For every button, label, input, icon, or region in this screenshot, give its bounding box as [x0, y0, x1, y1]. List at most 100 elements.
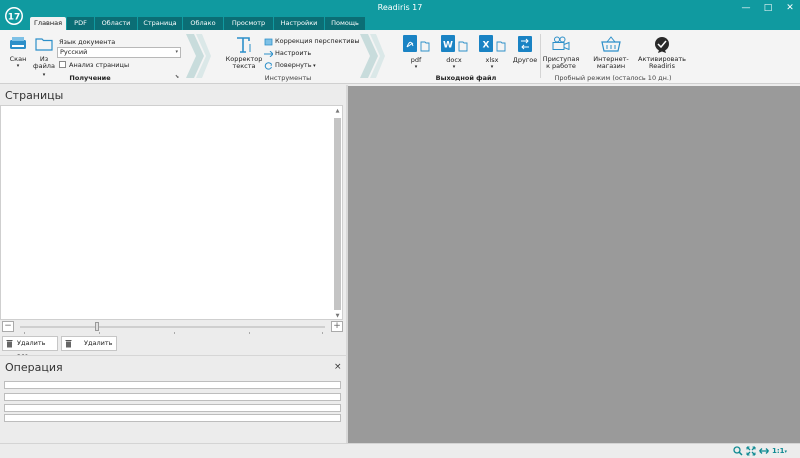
- docx-label: docx: [446, 56, 462, 64]
- online-shop-button[interactable]: Интернет-магазин: [582, 34, 640, 74]
- tab-settings[interactable]: Настройки: [274, 17, 324, 30]
- operation-progress-bar: [4, 381, 341, 389]
- trash-icon: [65, 340, 72, 348]
- perspective-icon: [264, 38, 273, 46]
- perspective-label: Коррекция перспективы: [275, 37, 360, 45]
- zoom-in-button[interactable]: +: [331, 321, 343, 332]
- svg-text:W: W: [443, 41, 453, 51]
- delete-label: Удалить: [84, 339, 113, 347]
- slider-tick: [174, 332, 175, 334]
- tab-pdf[interactable]: PDF: [67, 17, 94, 30]
- scan-button[interactable]: Скан ▾: [6, 36, 30, 74]
- close-icon[interactable]: ✕: [783, 2, 797, 14]
- get-started-button[interactable]: Приступая к работе: [543, 34, 579, 74]
- from-file-button[interactable]: Из файла ▾: [32, 36, 56, 78]
- app-badge: 17: [8, 13, 21, 23]
- xlsx-dropdown-icon: ▾: [490, 64, 494, 70]
- folder-icon: [35, 38, 53, 51]
- tab-cloud[interactable]: Облако: [183, 17, 223, 30]
- perspective-correction-button[interactable]: Коррекция перспективы: [264, 37, 360, 47]
- operation-progress-bar: [4, 404, 341, 412]
- status-bar: 1:1▾: [0, 443, 800, 458]
- from-file-label-2: файла: [33, 62, 55, 70]
- rotate-icon: [264, 62, 272, 70]
- text-cursor-icon: [237, 37, 251, 53]
- operation-progress-bar: [4, 393, 341, 401]
- page-analysis-checkbox[interactable]: [59, 61, 66, 68]
- chevron-separator-icon: [360, 34, 385, 78]
- close-icon[interactable]: ×: [334, 362, 342, 372]
- tab-areas[interactable]: Области: [95, 17, 137, 30]
- other-output-button[interactable]: Другое: [512, 34, 538, 72]
- doc-language-select[interactable]: Русский ▾: [57, 47, 181, 58]
- pages-panel-title: Страницы: [5, 89, 64, 102]
- svg-text:X: X: [483, 41, 490, 51]
- adjust-icon: [264, 51, 273, 57]
- other-format-icon: [518, 36, 532, 52]
- chevron-separator-icon: [186, 34, 211, 78]
- zoom-magnifier-icon[interactable]: [733, 446, 743, 456]
- pdf-file-icon: [403, 35, 430, 52]
- pdf-output-button[interactable]: pdf ▾: [400, 34, 432, 72]
- acquire-group-label: Получение: [69, 74, 111, 82]
- slider-tick: [249, 332, 250, 334]
- slider-tick: [322, 332, 323, 334]
- xlsx-output-button[interactable]: X xlsx ▾: [476, 34, 508, 72]
- word-file-icon: W: [441, 35, 468, 52]
- operation-panel-title: Операция: [5, 361, 63, 374]
- slider-tick: [24, 332, 25, 334]
- thumbnail-size-slider[interactable]: [20, 326, 325, 328]
- tab-help[interactable]: Помощь: [325, 17, 365, 30]
- shop-label: Интернет-магазин: [593, 55, 629, 70]
- scrollbar-thumb[interactable]: [334, 118, 341, 310]
- get-started-label-2: к работе: [546, 62, 576, 70]
- other-label: Другое: [512, 56, 538, 64]
- document-viewer[interactable]: [348, 86, 800, 443]
- scan-dropdown-icon: ▾: [16, 63, 20, 69]
- tab-view[interactable]: Просмотр: [224, 17, 273, 30]
- scanner-icon: [10, 37, 26, 49]
- pages-list[interactable]: [0, 105, 343, 320]
- minimize-icon[interactable]: —: [739, 2, 753, 14]
- zoom-out-button[interactable]: −: [2, 321, 14, 332]
- doc-language-value: Русский: [60, 48, 88, 56]
- text-corrector-button[interactable]: Корректор текста: [226, 34, 262, 74]
- tab-page[interactable]: Страница: [138, 17, 182, 30]
- rotate-button[interactable]: Повернуть ▾: [264, 61, 324, 71]
- delete-button[interactable]: Удалить: [61, 336, 117, 351]
- zoom-ratio-value: 1:1: [772, 447, 785, 455]
- fit-width-icon[interactable]: [759, 446, 769, 456]
- slider-handle[interactable]: [95, 322, 99, 331]
- slider-tick: [99, 332, 100, 334]
- adjust-button[interactable]: Настроить: [264, 49, 324, 59]
- ribbon-tabs: Главная PDF Области Страница Облако Прос…: [30, 17, 366, 30]
- zoom-ratio[interactable]: 1:1▾: [772, 447, 787, 455]
- scroll-down-icon[interactable]: ▼: [333, 312, 342, 320]
- ribbon: Скан ▾ Из файла ▾ Язык документа Русский…: [0, 30, 800, 84]
- operation-progress-bar: [4, 414, 341, 422]
- dialog-launcher-icon[interactable]: ⬊: [175, 74, 181, 80]
- trial-group-label: Пробный режим (осталось 10 дн.): [554, 74, 672, 82]
- docx-dropdown-icon: ▾: [452, 64, 456, 70]
- activate-badge-icon: [655, 37, 669, 53]
- delete-all-button[interactable]: Удалить все: [2, 336, 58, 360]
- activate-label-2: Readiris: [648, 62, 675, 70]
- pages-panel: Страницы ▲ ▼ − + Удалить все Удалить: [0, 85, 346, 360]
- page-analysis-label: Анализ страницы: [69, 61, 130, 69]
- chevron-down-icon: ▾: [175, 49, 178, 55]
- pdf-dropdown-icon: ▾: [414, 64, 418, 70]
- rotate-label: Повернуть: [275, 61, 312, 69]
- pages-scrollbar[interactable]: ▲ ▼: [333, 107, 342, 320]
- docx-output-button[interactable]: W docx ▾: [438, 34, 470, 72]
- scroll-up-icon[interactable]: ▲: [333, 107, 342, 115]
- activate-button[interactable]: Активировать Readiris: [638, 34, 686, 74]
- scan-label: Скан: [9, 55, 27, 63]
- pdf-label: pdf: [410, 56, 422, 64]
- fit-page-icon[interactable]: [746, 446, 756, 456]
- tab-home[interactable]: Главная: [30, 17, 66, 30]
- zoom-dropdown-icon: ▾: [784, 449, 788, 455]
- window-title: Readiris 17: [377, 3, 423, 12]
- adjust-label: Настроить: [275, 49, 312, 57]
- maximize-icon[interactable]: □: [761, 2, 775, 14]
- corrector-label-2: текста: [232, 62, 256, 70]
